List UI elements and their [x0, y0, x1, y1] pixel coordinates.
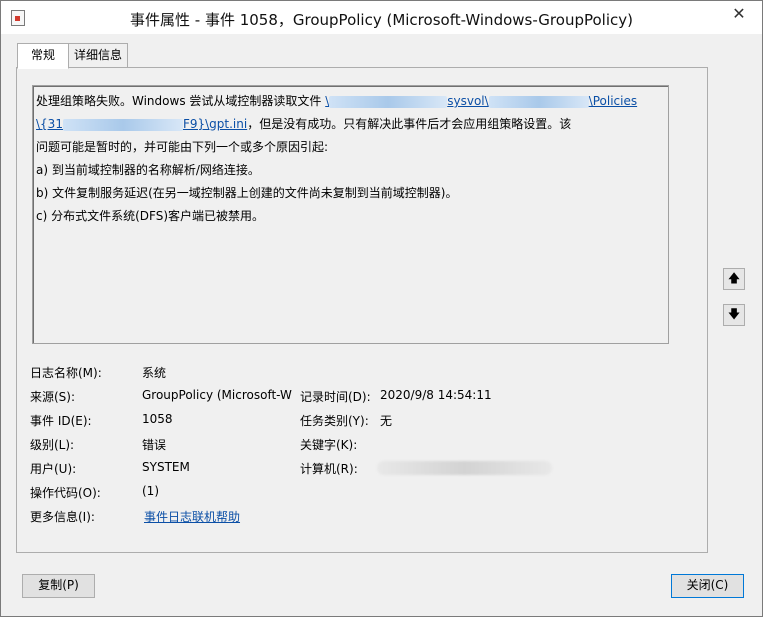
user-value[interactable]: SYSTEM — [142, 460, 190, 474]
task-category-label: 任务类别(Y): — [300, 414, 369, 428]
redacted-guid — [62, 118, 183, 131]
copy-button[interactable]: 复制(P) — [22, 574, 95, 598]
online-help-link[interactable]: 事件日志联机帮助 — [144, 508, 240, 525]
general-tab-panel: 处理组策略失败。Windows 尝试从域控制器读取文件 \ sysvol\ \Pol… — [16, 67, 708, 553]
event-properties-window: 事件属性 - 事件 1058，GroupPolicy (Microsoft-Wi… — [0, 0, 763, 617]
logged-value[interactable]: 2020/9/8 14:54:11 — [380, 388, 492, 402]
description-line-4: a) 到当前域控制器的名称解析/网络连接。 — [36, 163, 260, 177]
more-info-label: 更多信息(I): — [30, 510, 95, 524]
redacted-server — [329, 95, 448, 108]
description-line-1: 处理组策略失败。Windows 尝试从域控制器读取文件 \ sysvol\ \Pol… — [36, 94, 638, 108]
event-id-label: 事件 ID(E): — [30, 414, 92, 428]
arrow-down-icon: 🡇 — [727, 307, 741, 321]
file-path-link-cont[interactable]: \{31 F9}\gpt.ini — [36, 117, 247, 131]
description-line-2: \{31 F9}\gpt.ini，但是没有成功。只有解决此事件后才会应用组策略设置… — [36, 117, 572, 131]
previous-event-button[interactable]: 🡅 — [723, 268, 745, 290]
source-value[interactable]: GroupPolicy (Microsoft-W — [142, 388, 292, 402]
close-icon[interactable]: ✕ — [722, 2, 756, 26]
opcode-label: 操作代码(O): — [30, 486, 101, 500]
level-value[interactable]: 错误 — [142, 436, 166, 453]
tab-general[interactable]: 常规 — [17, 43, 69, 69]
title-bar[interactable]: 事件属性 - 事件 1058，GroupPolicy (Microsoft-Wi… — [1, 1, 762, 34]
tab-details[interactable]: 详细信息 — [68, 43, 128, 68]
description-line-5: b) 文件复制服务延迟(在另一域控制器上创建的文件尚未复制到当前域控制器)。 — [36, 186, 458, 200]
task-category-value[interactable]: 无 — [380, 412, 392, 429]
redacted-computer-name — [377, 461, 552, 475]
event-id-value[interactable]: 1058 — [142, 412, 173, 426]
next-event-button[interactable]: 🡇 — [723, 304, 745, 326]
opcode-value[interactable]: (1) — [142, 484, 159, 498]
window-title: 事件属性 - 事件 1058，GroupPolicy (Microsoft-Wi… — [130, 11, 633, 29]
redacted-domain — [488, 95, 589, 108]
close-button[interactable]: 关闭(C) — [671, 574, 744, 598]
logged-label: 记录时间(D): — [300, 390, 371, 404]
arrow-up-icon: 🡅 — [727, 271, 741, 285]
log-name-label: 日志名称(M): — [30, 366, 102, 380]
description-line-6: c) 分布式文件系统(DFS)客户端已被禁用。 — [36, 209, 265, 223]
description-line-3: 问题可能是暂时的，并可能由下列一个或多个原因引起: — [36, 140, 329, 154]
event-description[interactable]: 处理组策略失败。Windows 尝试从域控制器读取文件 \ sysvol\ \Pol… — [32, 85, 669, 344]
keywords-label: 关键字(K): — [300, 438, 358, 452]
level-label: 级别(L): — [30, 438, 75, 452]
file-path-link[interactable]: \ sysvol\ \Policies — [325, 94, 637, 108]
log-name-value[interactable]: 系统 — [142, 364, 166, 381]
source-label: 来源(S): — [30, 390, 76, 404]
computer-label: 计算机(R): — [300, 462, 358, 476]
user-label: 用户(U): — [30, 462, 77, 476]
